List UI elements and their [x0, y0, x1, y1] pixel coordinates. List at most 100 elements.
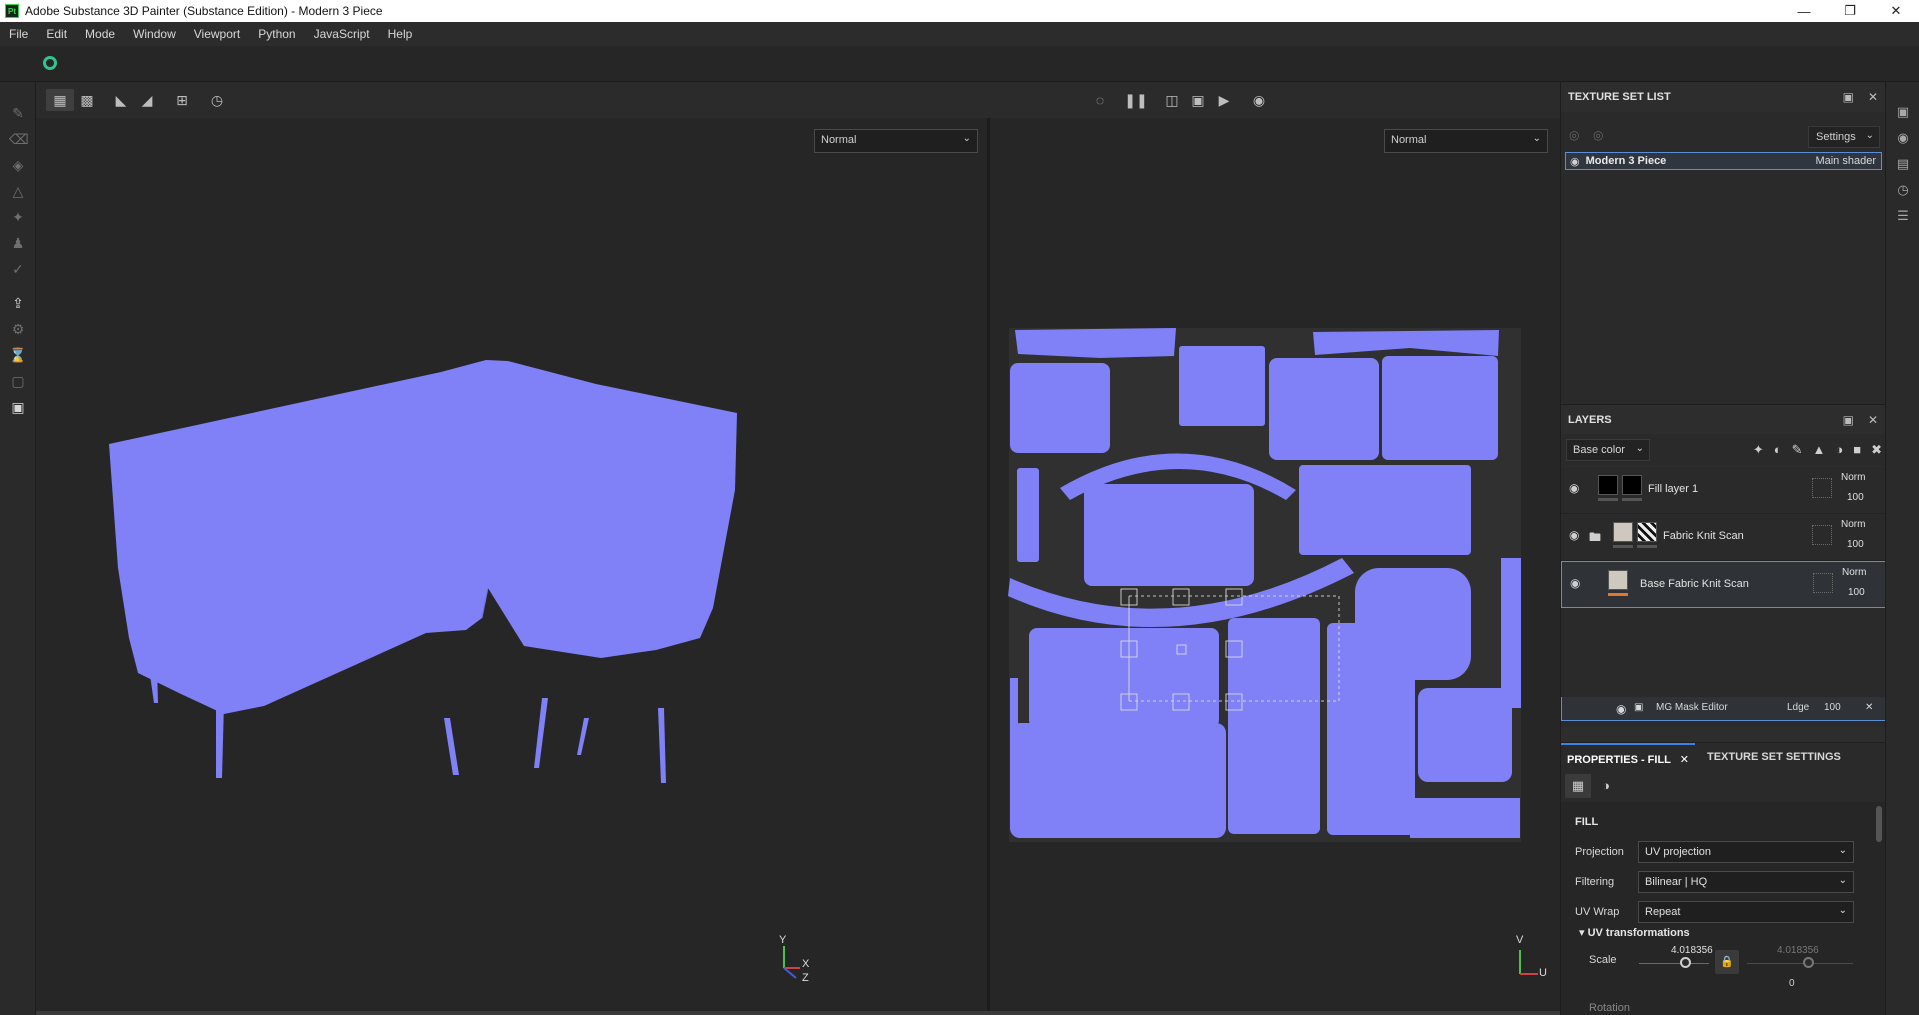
log-icon[interactable]: ☰	[1895, 208, 1911, 224]
camera-icon[interactable]: ▶	[1210, 89, 1238, 111]
delete-icon[interactable]: ✖	[1871, 442, 1882, 458]
clone-stamp-icon[interactable]: ♟	[9, 234, 27, 252]
minimize-icon[interactable]: —	[1781, 0, 1827, 22]
close-icon[interactable]: ✕	[1873, 0, 1919, 22]
undock-icon[interactable]: ▣	[1843, 413, 1854, 427]
folder-icon[interactable]: 🖿	[1589, 528, 1601, 549]
blend-mode-select[interactable]: Norm	[1841, 472, 1865, 483]
grid-view-icon[interactable]: ▩	[73, 89, 101, 111]
display-settings-icon[interactable]: ▣	[1895, 104, 1911, 120]
eye-icon[interactable]: ◉	[1569, 481, 1579, 495]
undock-icon[interactable]: ▣	[1843, 90, 1854, 104]
mask-thumbnail[interactable]	[1637, 522, 1657, 542]
projection-select[interactable]: UV projection ⌄	[1638, 841, 1854, 863]
eye-icon[interactable]: ◉	[1616, 702, 1626, 716]
viewport-3d[interactable]: Normal ⌄ Y X Z	[36, 118, 987, 1011]
restore-icon[interactable]: ❐	[1827, 0, 1873, 22]
eye-icon[interactable]: ◎	[1593, 128, 1603, 142]
add-folder-icon[interactable]: ■	[1853, 442, 1861, 458]
layer-mask-slot[interactable]	[1812, 478, 1832, 498]
uv-transformations-toggle[interactable]: ▾ UV transformations	[1579, 926, 1690, 939]
history-icon[interactable]: ◷	[1895, 182, 1911, 198]
texture-set-item[interactable]: ◉ Modern 3 Piece Main shader	[1565, 152, 1882, 170]
split-view-icon[interactable]: ◫	[1158, 89, 1186, 111]
export-icon[interactable]: ⇪	[9, 294, 27, 312]
scale-v-slider-track[interactable]	[1747, 963, 1853, 964]
add-mask-icon[interactable]: ◐	[1774, 442, 1782, 458]
material-tab-icon[interactable]: ▦	[1565, 774, 1591, 798]
layer-row-selected[interactable]: ◉ Base Fabric Knit Scan Norm 100	[1561, 561, 1886, 608]
opacity-value[interactable]: 100	[1847, 539, 1864, 550]
screenshot-icon[interactable]: ▣	[9, 398, 27, 416]
menu-window[interactable]: Window	[124, 27, 185, 41]
eye-icon[interactable]: ◉	[1570, 576, 1580, 590]
layer-row[interactable]: ◉ 🖿 Fabric Knit Scan Norm 100	[1561, 514, 1886, 561]
add-fill-layer-icon[interactable]: ▲	[1813, 442, 1826, 458]
shader-settings-icon[interactable]: ◉	[1895, 130, 1911, 146]
menu-javascript[interactable]: JavaScript	[305, 27, 379, 41]
paint-brush-icon[interactable]: ✎	[9, 104, 27, 122]
display-cube-icon[interactable]: ▣	[1184, 89, 1212, 111]
blend-mode-select[interactable]: Norm	[1841, 519, 1865, 530]
uv-wrap-select[interactable]: Repeat ⌄	[1638, 901, 1854, 923]
hide-mesh-icon[interactable]: ◌	[1086, 89, 1114, 111]
menu-mode[interactable]: Mode	[76, 27, 124, 41]
viewport-2d[interactable]: Normal ⌄ V U	[990, 118, 1560, 1011]
effect-row[interactable]: ◉ ▣ MG Mask Editor Ldge 100 ✕	[1561, 697, 1886, 721]
rotation-value[interactable]: 0	[1789, 978, 1795, 989]
smudge-icon[interactable]: ✦	[9, 208, 27, 226]
filtering-select[interactable]: Bilinear | HQ ⌄	[1638, 871, 1854, 893]
pause-icon[interactable]: ❚❚	[1122, 89, 1150, 111]
blend-mode-select[interactable]: Norm	[1842, 567, 1866, 578]
add-frame-icon[interactable]: ⊞	[168, 89, 196, 111]
menu-edit[interactable]: Edit	[37, 27, 76, 41]
opacity-value[interactable]: 100	[1847, 492, 1864, 503]
eraser-icon[interactable]: ⌫	[9, 130, 29, 148]
gear-icon[interactable]: ⚙	[9, 320, 27, 338]
menu-file[interactable]: File	[0, 27, 37, 41]
assets-icon[interactable]: ▤	[1895, 156, 1911, 172]
color-picker-icon[interactable]: ✓	[9, 260, 27, 278]
lock-icon[interactable]: 🔒	[1715, 950, 1739, 974]
eye-disabled-icon[interactable]: ◎	[1569, 128, 1579, 142]
settings-dropdown[interactable]: Settings ⌄	[1808, 126, 1880, 148]
tab-properties-fill[interactable]: PROPERTIES - FILL ✕	[1561, 743, 1695, 771]
eye-icon[interactable]: ◉	[1570, 155, 1580, 168]
tab-texture-set-settings[interactable]: TEXTURE SET SETTINGS	[1701, 743, 1847, 771]
eye-icon[interactable]: ◉	[1569, 528, 1579, 542]
add-smart-material-icon[interactable]: ◑	[1835, 442, 1843, 458]
scale-v-slider-handle[interactable]	[1803, 957, 1814, 968]
layer-mask-slot[interactable]	[1812, 525, 1832, 545]
properties-scrollbar[interactable]	[1876, 806, 1882, 842]
uv-tile-icon[interactable]: ▦	[46, 89, 74, 111]
bake-icon[interactable]: ⌛	[9, 346, 27, 364]
scale-v-value[interactable]: 4.018356	[1777, 945, 1819, 956]
scale-u-slider-track[interactable]	[1639, 963, 1709, 964]
remove-effect-icon[interactable]: ✕	[1865, 702, 1873, 713]
close-icon[interactable]: ✕	[1868, 90, 1878, 104]
layer-row[interactable]: ◉ Fill layer 1 Norm 100	[1561, 467, 1886, 514]
scale-u-slider-handle[interactable]	[1680, 957, 1691, 968]
mask-thumbnail[interactable]	[1622, 475, 1642, 495]
projection-icon[interactable]: ◈	[9, 156, 27, 174]
mirror-x-icon[interactable]: ◣	[107, 89, 135, 111]
smart-material-tab-icon[interactable]: ◑	[1593, 774, 1619, 798]
history-icon[interactable]: ◷	[203, 89, 231, 111]
close-icon[interactable]: ✕	[1680, 754, 1689, 766]
opacity-value[interactable]: 100	[1848, 587, 1865, 598]
snapshot-icon[interactable]: ◉	[1245, 89, 1273, 111]
mirror-y-icon[interactable]: ◢	[133, 89, 161, 111]
menu-help[interactable]: Help	[379, 27, 422, 41]
menu-python[interactable]: Python	[249, 27, 304, 41]
add-paint-layer-icon[interactable]: ✎	[1792, 442, 1803, 458]
close-icon[interactable]: ✕	[1868, 413, 1878, 427]
add-effect-icon[interactable]: ✦	[1753, 442, 1764, 458]
effect-blend-select[interactable]: Ldge	[1787, 702, 1809, 713]
texture-set-shader[interactable]: Main shader	[1815, 155, 1876, 167]
channel-select[interactable]: Base color ⌄	[1566, 439, 1650, 461]
menu-viewport[interactable]: Viewport	[185, 27, 249, 41]
polygon-fill-icon[interactable]: △	[9, 182, 27, 200]
layer-mask-slot[interactable]	[1813, 573, 1833, 593]
uv-tool-icon[interactable]: ▢	[9, 372, 27, 390]
effect-opacity-value[interactable]: 100	[1824, 702, 1841, 713]
